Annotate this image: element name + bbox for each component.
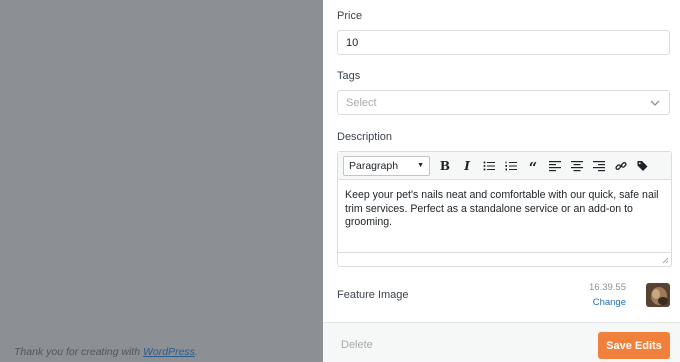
footer-text: Thank you for creating with <box>14 346 143 358</box>
align-left-icon[interactable] <box>544 156 566 176</box>
blockquote-icon[interactable]: “ <box>522 156 544 176</box>
feature-image-thumbnail[interactable] <box>646 283 670 307</box>
wordpress-link[interactable]: WordPress <box>143 346 195 358</box>
caret-down-icon: ▼ <box>417 162 424 169</box>
link-icon[interactable] <box>610 156 632 176</box>
edit-service-panel: Price 10 Tags Select Description Paragra… <box>323 0 680 362</box>
footer-thanks: Thank you for creating with WordPress. <box>14 346 198 358</box>
feature-image-meta: 16.39.55 Change <box>589 282 626 308</box>
description-editor: Paragraph ▼ B I “ Keep your pet's nails … <box>337 151 672 267</box>
chevron-down-icon <box>650 100 660 106</box>
numbered-list-icon[interactable] <box>500 156 522 176</box>
align-center-icon[interactable] <box>566 156 588 176</box>
feature-image-filename: 16.39.55 <box>589 282 626 293</box>
feature-image-row: Feature Image 16.39.55 Change <box>337 282 670 308</box>
price-input[interactable]: 10 <box>337 30 670 55</box>
description-textarea[interactable]: Keep your pet's nails neat and comfortab… <box>338 180 671 252</box>
price-value: 10 <box>346 36 359 49</box>
change-image-link[interactable]: Change <box>589 297 626 308</box>
panel-footer: Delete Save Edits <box>323 322 680 362</box>
bullet-list-icon[interactable] <box>478 156 500 176</box>
footer-suffix: . <box>194 346 198 358</box>
tags-label: Tags <box>337 70 361 82</box>
italic-icon[interactable]: I <box>456 156 478 176</box>
tags-placeholder: Select <box>346 96 377 109</box>
bold-icon[interactable]: B <box>434 156 456 176</box>
description-label: Description <box>337 131 393 143</box>
editor-toolbar: Paragraph ▼ B I “ <box>338 152 671 180</box>
modal-overlay[interactable]: Thank you for creating with WordPress. <box>0 0 323 362</box>
format-value: Paragraph <box>349 159 399 172</box>
format-select[interactable]: Paragraph ▼ <box>343 155 430 176</box>
tag-icon[interactable] <box>632 156 654 176</box>
delete-button[interactable]: Delete <box>341 339 373 351</box>
editor-status-bar <box>338 252 671 266</box>
align-right-icon[interactable] <box>588 156 610 176</box>
price-label: Price <box>337 10 363 22</box>
resize-handle-icon[interactable] <box>661 256 669 264</box>
feature-image-label: Feature Image <box>337 289 409 301</box>
tags-select[interactable]: Select <box>337 90 670 115</box>
save-edits-button[interactable]: Save Edits <box>598 332 670 359</box>
